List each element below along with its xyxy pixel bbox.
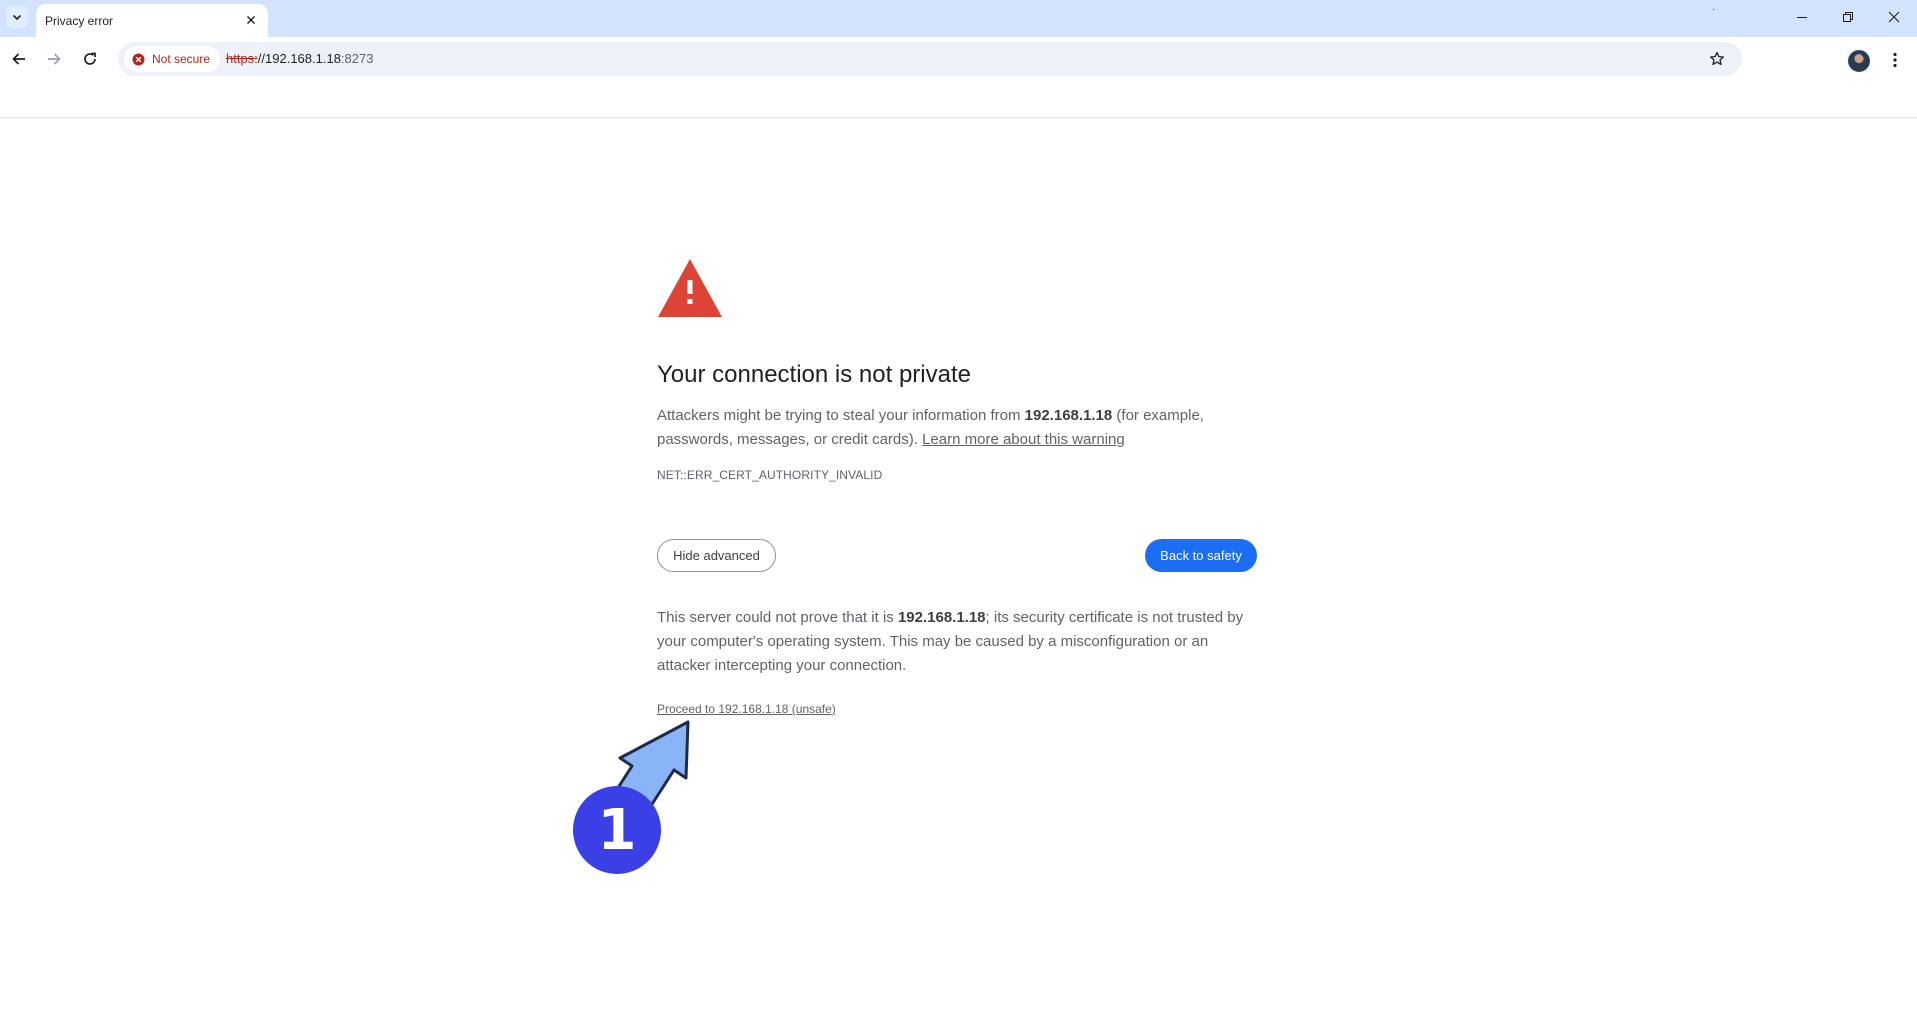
details-text-start: This server could not prove that it is — [657, 609, 898, 626]
main-message: Attackers might be trying to steal your … — [657, 404, 1257, 452]
chevron-down-icon — [12, 14, 22, 21]
profile-avatar[interactable] — [1848, 50, 1870, 72]
hide-advanced-button[interactable]: Hide advanced — [657, 539, 776, 572]
tab-title: Privacy error — [45, 13, 114, 28]
arrow-left-icon — [12, 53, 25, 65]
more-vertical-icon — [1893, 52, 1897, 68]
minimize-button[interactable] — [1779, 0, 1825, 34]
error-code: NET::ERR_CERT_AUTHORITY_INVALID — [657, 468, 883, 482]
tab-close-button[interactable] — [242, 11, 260, 29]
url-text[interactable]: https://192.168.1.18:8273 — [226, 51, 373, 66]
details-message: This server could not prove that it is 1… — [657, 606, 1257, 678]
toolbar-divider — [0, 117, 1917, 118]
window-controls — [1779, 0, 1917, 34]
tab-strip: Privacy error · — [0, 0, 1917, 37]
forward-button[interactable] — [42, 47, 66, 71]
minimize-icon — [1797, 17, 1807, 18]
security-chip[interactable]: Not secure — [124, 46, 221, 72]
reload-button[interactable] — [78, 47, 102, 71]
address-bar[interactable]: Not secure https://192.168.1.18:8273 — [118, 42, 1742, 76]
restore-icon — [1843, 12, 1853, 22]
intro-text-start: Attackers might be trying to steal your … — [657, 407, 1025, 424]
security-chip-label: Not secure — [152, 52, 211, 66]
details-host: 192.168.1.18 — [897, 609, 986, 626]
tab-search-button[interactable] — [6, 6, 28, 28]
arrow-right-icon — [48, 53, 61, 65]
browser-toolbar: Not secure https://192.168.1.18:8273 — [0, 37, 1917, 81]
page-title: Your connection is not private — [657, 361, 971, 388]
close-icon — [1888, 11, 1900, 23]
menu-button[interactable] — [1884, 49, 1906, 71]
tab-privacy-error[interactable]: Privacy error — [36, 4, 268, 37]
reload-icon — [84, 52, 96, 65]
error-circle-icon — [132, 53, 145, 65]
learn-more-link[interactable]: Learn more about this warning — [922, 431, 1125, 448]
bookmark-button[interactable] — [1706, 48, 1728, 70]
warning-triangle-icon — [658, 259, 722, 317]
intro-host: 192.168.1.18 — [1024, 407, 1113, 424]
star-icon — [1710, 51, 1724, 66]
url-port: :8273 — [340, 51, 374, 66]
window-caption-mark: · — [1712, 4, 1716, 15]
url-scheme: https: — [226, 51, 258, 66]
annotation-step-badge: 1 — [573, 786, 661, 874]
url-host: //192.168.1.18 — [257, 51, 341, 66]
close-icon — [247, 16, 255, 24]
back-to-safety-button[interactable]: Back to safety — [1145, 539, 1257, 572]
back-button[interactable] — [7, 47, 31, 71]
close-window-button[interactable] — [1871, 0, 1917, 34]
restore-button[interactable] — [1825, 0, 1871, 34]
